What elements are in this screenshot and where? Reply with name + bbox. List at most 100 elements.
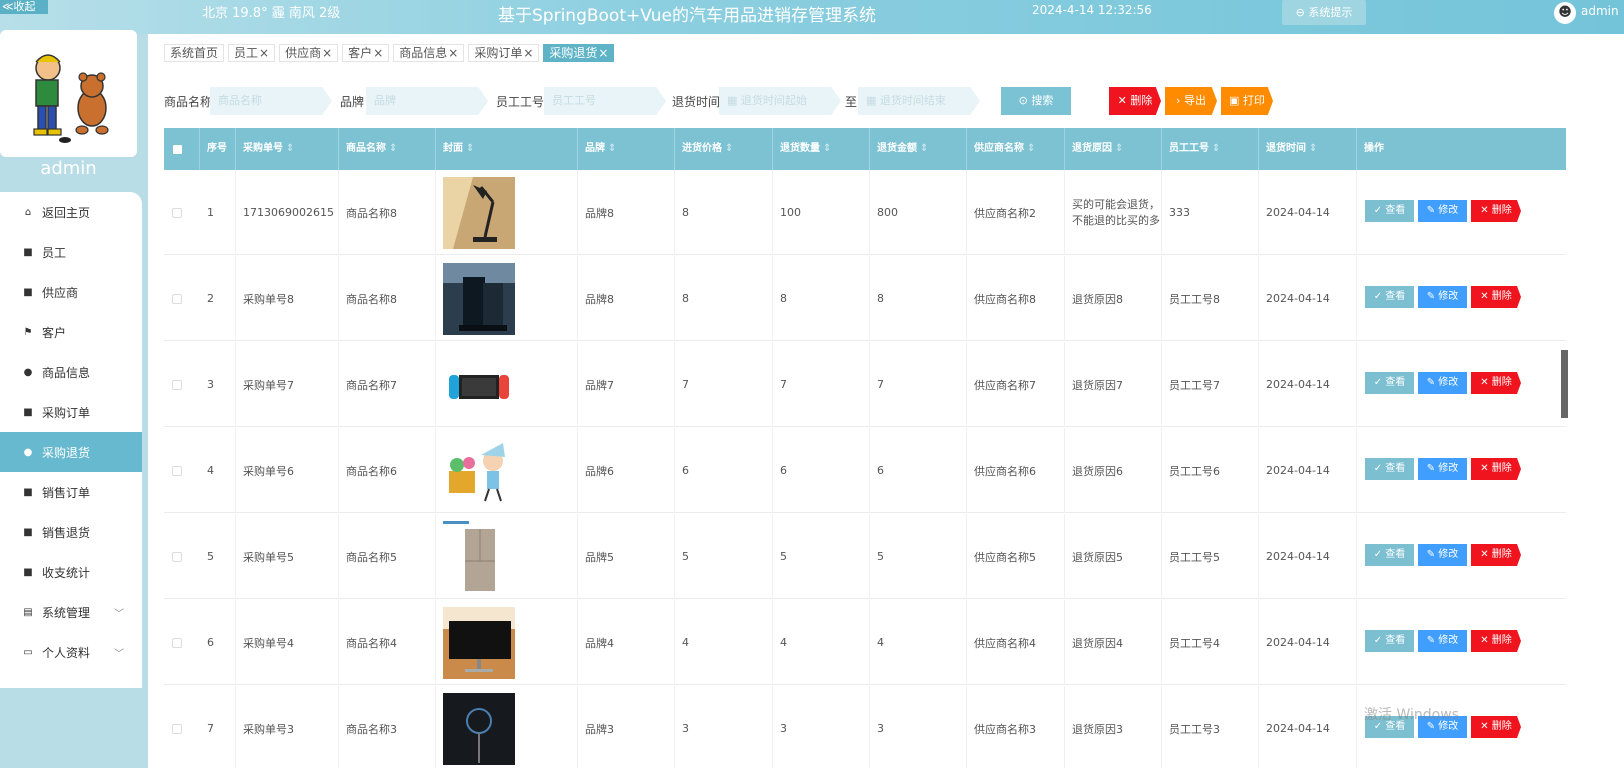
tab-purchase-return[interactable]: 采购退货× <box>543 44 615 62</box>
product-image-fridge[interactable] <box>443 520 515 593</box>
brand-input[interactable]: 品牌 <box>366 87 488 115</box>
product-image-console[interactable] <box>443 262 515 335</box>
cell-index: 5 <box>200 514 236 599</box>
sort-icon[interactable]: ⇕ <box>389 143 397 154</box>
view-button[interactable]: ✓ 查看 <box>1365 200 1414 222</box>
column-header[interactable]: 采购单号 ⇕ <box>236 128 339 170</box>
close-icon[interactable]: × <box>448 46 458 60</box>
view-button[interactable]: ✓ 查看 <box>1365 286 1414 308</box>
tab-employee[interactable]: 员工× <box>228 44 276 62</box>
delete-button[interactable]: ✕ 删除 <box>1471 716 1521 738</box>
product-name-input[interactable]: 商品名称 <box>210 87 332 115</box>
row-checkbox[interactable] <box>172 552 182 562</box>
tab-home[interactable]: 系统首页 <box>164 44 225 62</box>
grid-icon: ■ <box>23 406 33 418</box>
column-header[interactable]: 退货金额 ⇕ <box>870 128 967 170</box>
menu-item-product[interactable]: ● 商品信息 <box>0 352 142 392</box>
bulk-delete-button[interactable]: ✕ 删除 <box>1109 87 1161 115</box>
search-button[interactable]: ⊙ 搜索 <box>1001 87 1071 115</box>
product-image-cartoon[interactable] <box>443 434 515 507</box>
product-image-lamp[interactable] <box>443 176 515 249</box>
sort-icon[interactable]: ⇕ <box>725 143 733 154</box>
menu-item-profile[interactable]: ▭ 个人资料 ﹀ <box>0 632 142 672</box>
edit-button[interactable]: ✎ 修改 <box>1418 458 1467 480</box>
view-button[interactable]: ✓ 查看 <box>1365 544 1414 566</box>
row-checkbox[interactable] <box>172 208 182 218</box>
tab-product[interactable]: 商品信息× <box>393 44 465 62</box>
column-header[interactable]: 退货原因 ⇕ <box>1065 128 1162 170</box>
vertical-scrollbar[interactable] <box>1561 350 1568 418</box>
row-checkbox[interactable] <box>172 294 182 304</box>
menu-item-purchase-return[interactable]: ● 采购退货 <box>0 432 142 472</box>
system-tip-button[interactable]: ⊖ 系统提示 <box>1282 0 1366 25</box>
return-time-start-input[interactable]: ▦ 退货时间起始 <box>719 87 841 115</box>
row-checkbox[interactable] <box>172 380 182 390</box>
product-image-monitor[interactable] <box>443 606 515 679</box>
view-button[interactable]: ✓ 查看 <box>1365 630 1414 652</box>
menu-item-sales-return[interactable]: ■ 销售退货 <box>0 512 142 552</box>
row-checkbox[interactable] <box>172 638 182 648</box>
edit-button[interactable]: ✎ 修改 <box>1418 372 1467 394</box>
row-checkbox[interactable] <box>172 466 182 476</box>
row-checkbox[interactable] <box>172 724 182 734</box>
tab-supplier[interactable]: 供应商× <box>279 44 339 62</box>
sort-icon[interactable]: ⇕ <box>1115 143 1123 154</box>
column-header[interactable]: 退货数量 ⇕ <box>773 128 870 170</box>
close-icon[interactable]: × <box>523 46 533 60</box>
close-icon[interactable]: × <box>322 46 332 60</box>
select-all-checkbox[interactable] <box>173 145 182 154</box>
menu-item-customer[interactable]: ⚑ 客户 <box>0 312 142 352</box>
employee-id-input[interactable]: 员工工号 <box>544 87 666 115</box>
menu-item-employee[interactable]: ■ 员工 <box>0 232 142 272</box>
view-button[interactable]: ✓ 查看 <box>1365 458 1414 480</box>
menu-item-purchase-order[interactable]: ■ 采购订单 <box>0 392 142 432</box>
sort-icon[interactable]: ⇕ <box>920 143 928 154</box>
chevron-down-icon: ﹀ <box>114 608 124 620</box>
tab-purchase-order[interactable]: 采购订单× <box>468 44 540 62</box>
delete-button[interactable]: ✕ 删除 <box>1471 372 1521 394</box>
menu-item-sales-order[interactable]: ■ 销售订单 <box>0 472 142 512</box>
sort-icon[interactable]: ⇕ <box>466 143 474 154</box>
delete-button[interactable]: ✕ 删除 <box>1471 458 1521 480</box>
tab-customer[interactable]: 客户× <box>342 44 390 62</box>
header-username[interactable]: admin <box>1581 4 1619 18</box>
column-header[interactable]: 员工工号 ⇕ <box>1162 128 1259 170</box>
sort-icon[interactable]: ⇕ <box>1309 143 1317 154</box>
user-avatar[interactable]: ☻ <box>1554 2 1576 24</box>
menu-item-supplier[interactable]: ■ 供应商 <box>0 272 142 312</box>
edit-button[interactable]: ✎ 修改 <box>1418 544 1467 566</box>
close-icon[interactable]: × <box>373 46 383 60</box>
cell-brand: 品牌5 <box>578 514 675 599</box>
edit-button[interactable]: ✎ 修改 <box>1418 286 1467 308</box>
table-header: 序号 采购单号 ⇕ 商品名称 ⇕ 封面 ⇕ 品牌 ⇕ 进货价格 ⇕ 退货数量 ⇕ 退货金额 ⇕… <box>164 128 1566 170</box>
menu-item-home[interactable]: ⌂ 返回主页 <box>0 192 142 232</box>
sort-icon[interactable]: ⇕ <box>286 143 294 154</box>
column-header[interactable]: 品牌 ⇕ <box>578 128 675 170</box>
column-header[interactable]: 进货价格 ⇕ <box>675 128 773 170</box>
view-button[interactable]: ✓ 查看 <box>1365 372 1414 394</box>
column-header[interactable]: 供应商名称 ⇕ <box>967 128 1065 170</box>
edit-button[interactable]: ✎ 修改 <box>1418 200 1467 222</box>
menu-item-system-management[interactable]: ▤ 系统管理 ﹀ <box>0 592 142 632</box>
column-header[interactable]: 退货时间 ⇕ <box>1259 128 1357 170</box>
collapse-sidebar-button[interactable]: ≪收起 <box>0 0 48 14</box>
menu-item-finance-stats[interactable]: ■ 收支统计 <box>0 552 142 592</box>
delete-button[interactable]: ✕ 删除 <box>1471 630 1521 652</box>
sort-icon[interactable]: ⇕ <box>608 143 616 154</box>
sort-icon[interactable]: ⇕ <box>1212 143 1220 154</box>
export-button[interactable]: › 导出 <box>1165 87 1217 115</box>
edit-button[interactable]: ✎ 修改 <box>1418 630 1467 652</box>
column-header[interactable]: 商品名称 ⇕ <box>339 128 436 170</box>
product-image-lamp-dark[interactable] <box>443 692 515 765</box>
close-icon[interactable]: × <box>259 46 269 60</box>
column-header[interactable]: 封面 ⇕ <box>436 128 578 170</box>
delete-button[interactable]: ✕ 删除 <box>1471 544 1521 566</box>
close-icon[interactable]: × <box>598 46 608 60</box>
sort-icon[interactable]: ⇕ <box>823 143 831 154</box>
delete-button[interactable]: ✕ 删除 <box>1471 286 1521 308</box>
return-time-end-input[interactable]: ▦ 退货时间结束 <box>858 87 980 115</box>
sort-icon[interactable]: ⇕ <box>1027 143 1035 154</box>
delete-button[interactable]: ✕ 删除 <box>1471 200 1521 222</box>
product-image-game-console[interactable] <box>443 348 515 421</box>
print-button[interactable]: ▣ 打印 <box>1221 87 1273 115</box>
